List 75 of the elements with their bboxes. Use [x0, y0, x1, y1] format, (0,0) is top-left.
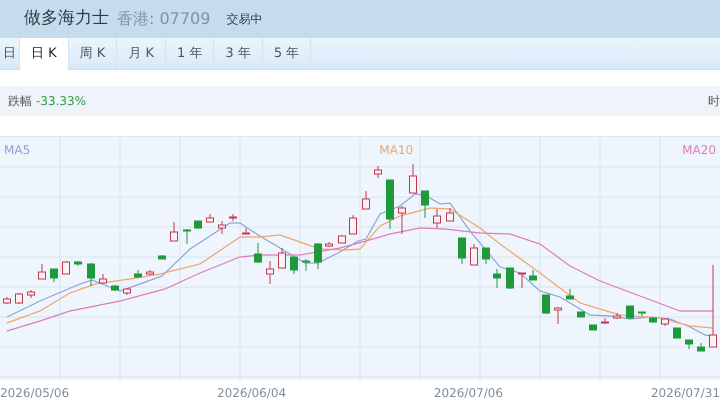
trading-status: 交易中 [226, 11, 262, 28]
candlestick [314, 242, 322, 270]
candlestick [566, 288, 574, 300]
candlestick [99, 274, 107, 284]
candlestick [613, 312, 621, 320]
candlestick [493, 268, 501, 288]
candlestick [183, 228, 191, 244]
date-label: 2026/07/31 [650, 384, 720, 402]
candlestick [134, 270, 142, 278]
period-tab[interactable]: 周 K [68, 38, 118, 70]
candlestick [446, 208, 454, 222]
stock-title: 做多海力士 [24, 7, 109, 30]
legend-label: MA20 [682, 142, 716, 157]
change-value: -33.33% [36, 93, 86, 110]
candlestick [254, 242, 262, 264]
candlestick [409, 164, 417, 194]
legend-label: MA10 [379, 142, 414, 157]
candlestick [470, 244, 478, 266]
candlestick [482, 248, 490, 264]
legend-label: MA5 [4, 142, 30, 157]
candlestick [302, 258, 310, 272]
market-code: 香港: 07709 [117, 8, 210, 30]
candlestick [278, 248, 286, 268]
candlestick [290, 256, 298, 274]
candlestick [194, 220, 202, 230]
candlestick [111, 284, 119, 292]
candlestick [554, 306, 562, 324]
date-label: 2026/06/04 [216, 384, 286, 402]
candlestick [218, 220, 226, 234]
candlestick [386, 180, 394, 230]
candlestick [362, 190, 370, 210]
date-label: 2026/07/06 [434, 384, 504, 402]
candlestick [458, 238, 466, 264]
candlestick [38, 264, 46, 280]
period-tab[interactable]: 月 K [117, 38, 166, 70]
candlestick [229, 214, 237, 222]
candlestick [661, 318, 669, 326]
candlestick [123, 288, 131, 296]
candlestick [206, 214, 214, 222]
candlestick [158, 254, 166, 260]
time-label: 时 [708, 93, 720, 110]
candlestick [325, 242, 333, 248]
candlestick [542, 294, 550, 314]
candlestick [601, 318, 609, 324]
candlestick [638, 312, 646, 316]
candlestick [15, 292, 23, 304]
candlestick [518, 272, 526, 288]
candlestick [506, 268, 514, 290]
period-tab[interactable]: 1 年 [166, 38, 214, 70]
candlestick [374, 166, 382, 178]
candlestick [242, 228, 250, 234]
period-tab[interactable]: 3 年 [214, 38, 263, 70]
candlestick [649, 318, 657, 324]
candlestick [74, 260, 82, 266]
date-label: 2026/05/06 [0, 384, 70, 402]
candlestick [87, 262, 95, 286]
period-tab[interactable]: 5 年 [262, 38, 312, 70]
candlestick [266, 260, 274, 284]
candlestick [421, 190, 429, 218]
candlestick [170, 222, 178, 242]
period-tab[interactable]: 日 K [20, 38, 69, 70]
candlestick [626, 306, 634, 318]
candlestick [3, 296, 11, 304]
candlestick [685, 340, 693, 350]
candlestick [338, 234, 346, 244]
candlestick [529, 270, 537, 280]
candlestick [398, 206, 406, 234]
candlestick [673, 328, 681, 338]
candlestick [697, 342, 705, 352]
candlestick [349, 214, 357, 234]
candlestick [146, 270, 154, 276]
candlestick [433, 208, 441, 228]
change-label: 跌幅 [8, 93, 32, 110]
candlestick [62, 260, 70, 274]
candlestick [50, 268, 58, 282]
